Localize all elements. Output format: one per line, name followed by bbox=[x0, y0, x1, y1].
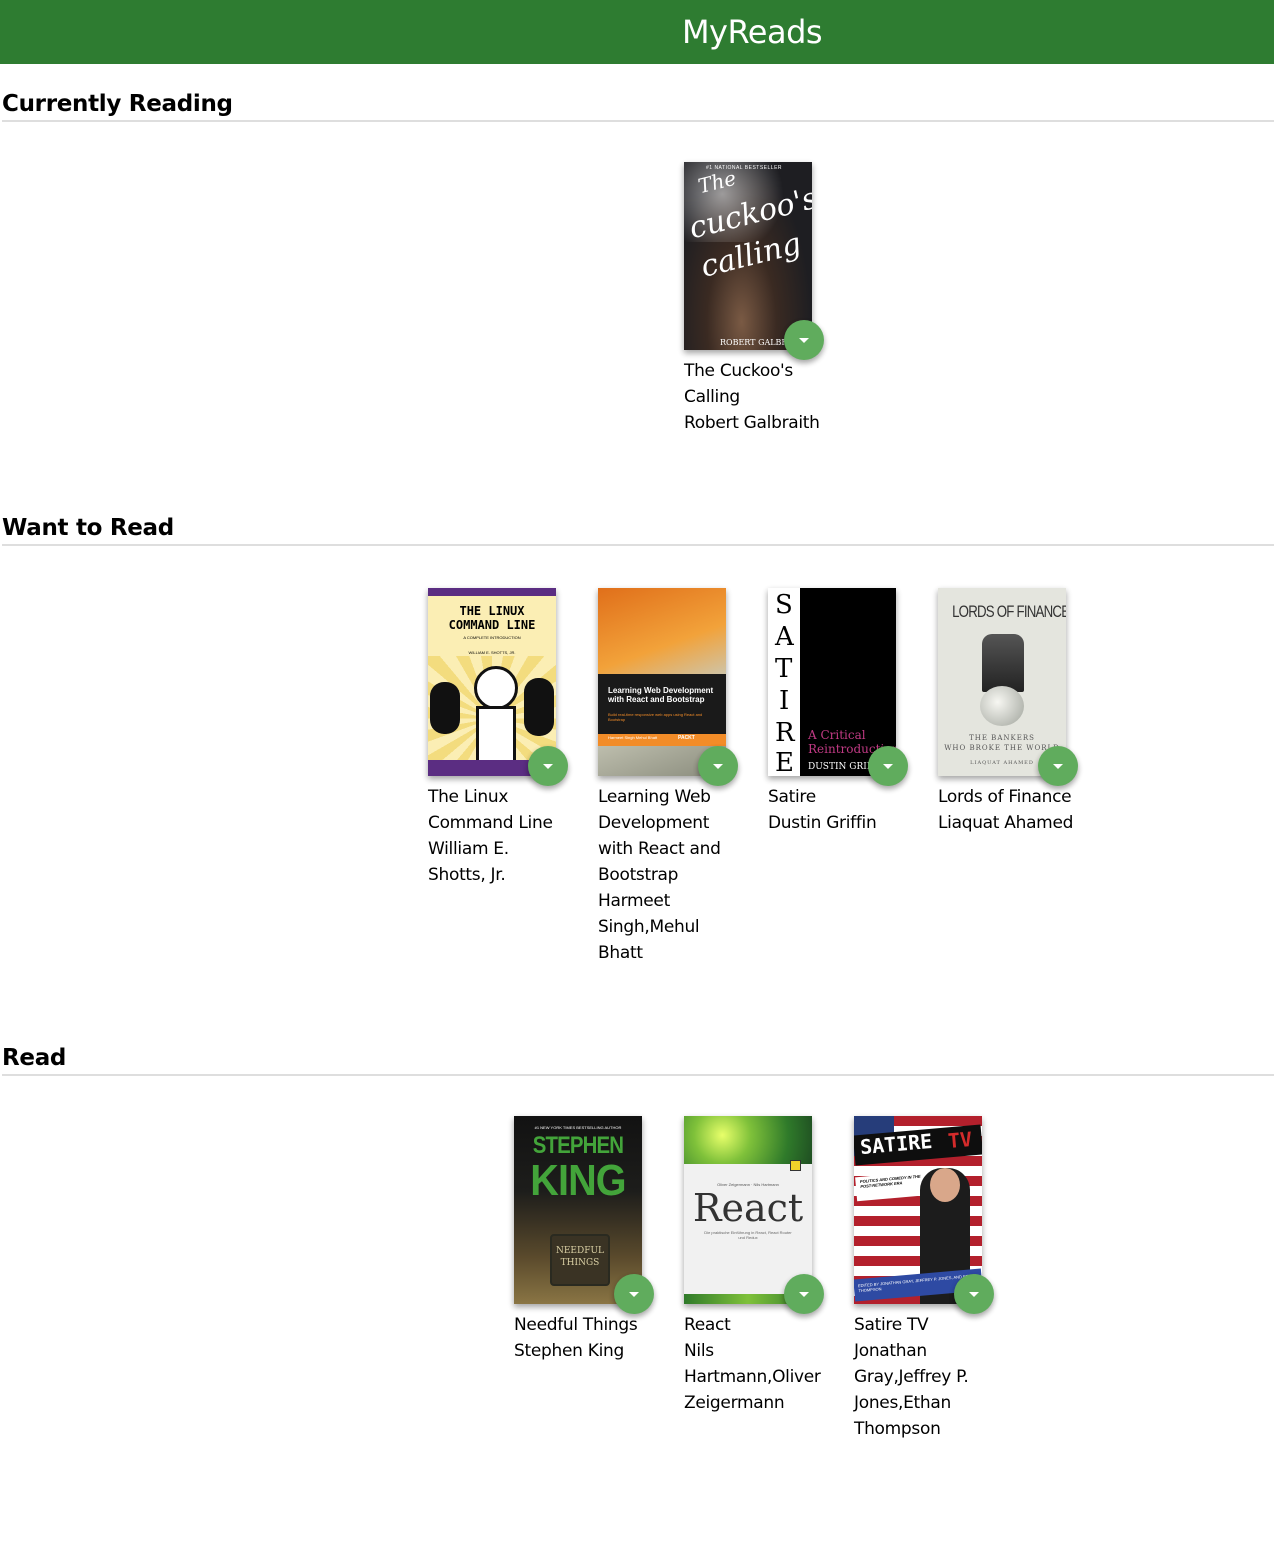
book-title: The Linux Command Line bbox=[428, 787, 553, 833]
shelf-changer-button[interactable] bbox=[528, 746, 568, 786]
book-title: Needful Things bbox=[514, 1315, 638, 1335]
shelf-changer-button[interactable] bbox=[784, 320, 824, 360]
shelf-currently-reading: Currently Reading bbox=[2, 84, 1274, 122]
shelf-changer-button[interactable] bbox=[1038, 746, 1078, 786]
shelf-read: Read bbox=[2, 1038, 1274, 1076]
book-cover[interactable]: SATIRE TV POLITICS AND COMEDY IN THE POS… bbox=[854, 1116, 982, 1304]
book-authors: Jonathan Gray,Jeffrey P. Jones,Ethan Tho… bbox=[854, 1341, 969, 1439]
book-cover[interactable]: LORDS OF FINANCE THE BANKERS WHO BROKE T… bbox=[938, 588, 1066, 776]
book-authors: Harmeet Singh,Mehul Bhatt bbox=[598, 891, 700, 963]
book-cover[interactable]: S A T I R E A Critical Reintroduction DU… bbox=[768, 588, 896, 776]
book-title: Lords of Finance bbox=[938, 787, 1072, 807]
shelf-changer-button[interactable] bbox=[614, 1274, 654, 1314]
book-authors: Stephen King bbox=[514, 1341, 624, 1361]
book-cover[interactable]: #1 NEW YORK TIMES BESTSELLING AUTHOR STE… bbox=[514, 1116, 642, 1304]
book-cover[interactable]: #1 NATIONAL BESTSELLER The cuckoo's call… bbox=[684, 162, 812, 350]
book-authors: William E. Shotts, Jr. bbox=[428, 839, 509, 885]
shelf-title: Currently Reading bbox=[2, 84, 1274, 122]
book-title: Learning Web Development with React and … bbox=[598, 787, 721, 885]
shelf-want-to-read: Want to Read bbox=[2, 508, 1274, 546]
app-header: MyReads bbox=[0, 0, 1274, 64]
book-title: The Cuckoo's Calling bbox=[684, 361, 793, 407]
book-cover[interactable]: Oliver Zeigermann · Nils Hartmann React … bbox=[684, 1116, 812, 1304]
book-title: React bbox=[684, 1315, 731, 1335]
book-cover[interactable]: Learning Web Development with React and … bbox=[598, 588, 726, 776]
book-title: Satire TV bbox=[854, 1315, 929, 1335]
book-authors: Dustin Griffin bbox=[768, 813, 877, 833]
shelf-title: Want to Read bbox=[2, 508, 1274, 546]
shelf-title: Read bbox=[2, 1038, 1274, 1076]
book-title: Satire bbox=[768, 787, 816, 807]
shelf-changer-button[interactable] bbox=[698, 746, 738, 786]
book-authors: Nils Hartmann,Oliver Zeigermann bbox=[684, 1341, 821, 1413]
app-title: MyReads bbox=[681, 13, 823, 51]
shelf-changer-button[interactable] bbox=[784, 1274, 824, 1314]
shelf-changer-button[interactable] bbox=[954, 1274, 994, 1314]
book-authors: Robert Galbraith bbox=[684, 413, 820, 433]
book-authors: Liaquat Ahamed bbox=[938, 813, 1074, 833]
shelf-changer-button[interactable] bbox=[868, 746, 908, 786]
book-cover[interactable]: THE LINUX COMMAND LINE A COMPLETE INTROD… bbox=[428, 588, 556, 776]
